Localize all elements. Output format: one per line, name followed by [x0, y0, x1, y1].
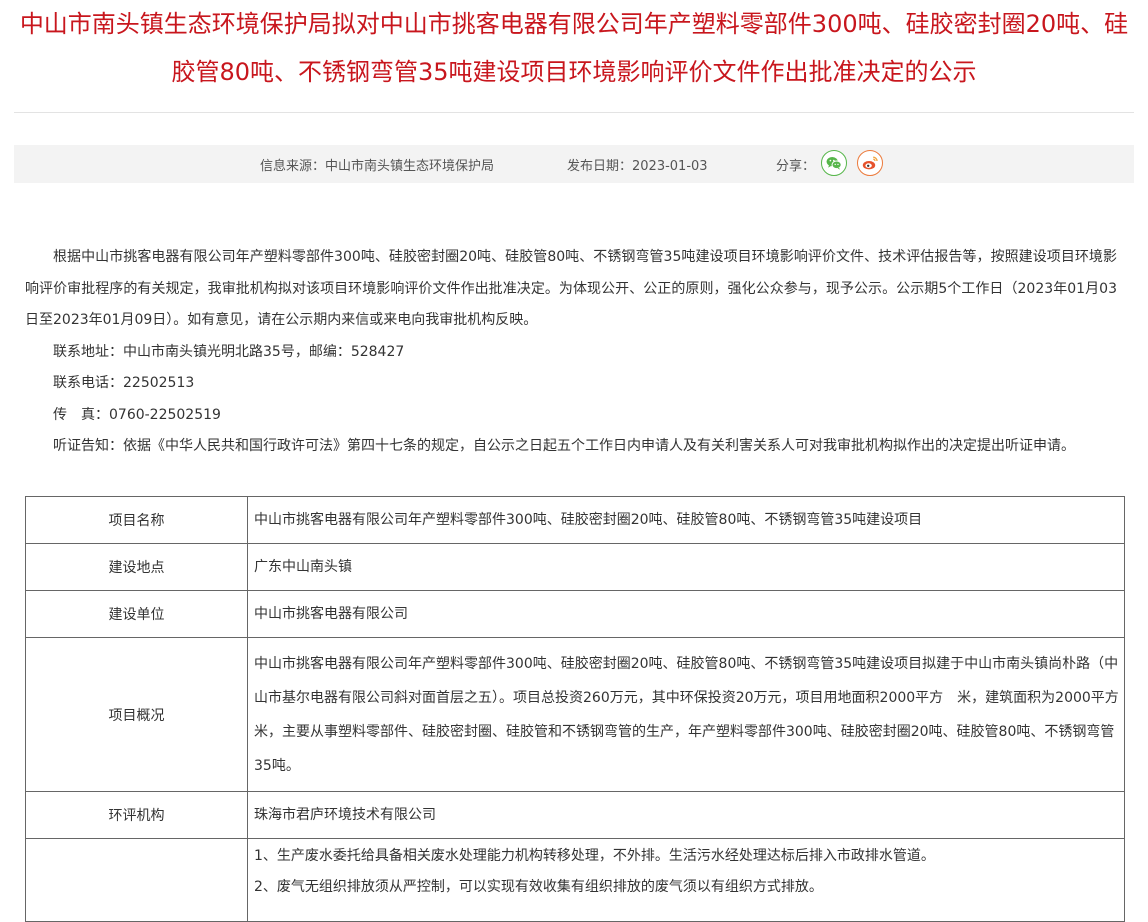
row-label: 建设地点: [25, 543, 248, 591]
wechat-icon: [826, 157, 842, 170]
row-label: 项目名称: [25, 496, 248, 544]
table-row: 项目概况 中山市挑客电器有限公司年产塑料零部件300吨、硅胶密封圈20吨、硅胶管…: [25, 637, 1125, 792]
publish-date: 发布日期：2023-01-03: [567, 155, 708, 174]
row-label: 环评机构: [25, 791, 248, 839]
table-row: 1、生产废水委托给具备相关废水处理能力机构转移处理，不外排。生活污水经处理达标后…: [25, 838, 1125, 922]
hearing-notice: 听证告知：依据《中华人民共和国行政许可法》第四十七条的规定，自公示之日起五个工作…: [53, 438, 1075, 454]
source-label: 信息来源：: [260, 159, 326, 174]
project-info-table: 项目名称 中山市挑客电器有限公司年产塑料零部件300吨、硅胶密封圈20吨、硅胶管…: [25, 496, 1125, 922]
contact-fax: 传 真：0760-22502519: [53, 406, 221, 423]
row-value: 中山市挑客电器有限公司年产塑料零部件300吨、硅胶密封圈20吨、硅胶管80吨、不…: [247, 637, 1125, 792]
weibo-icon: [862, 156, 878, 170]
table-row: 环评机构 珠海市君庐环境技术有限公司: [25, 791, 1125, 839]
date-label: 发布日期：: [567, 159, 633, 174]
source-info: 信息来源：中山市南头镇生态环境保护局: [260, 155, 494, 174]
weibo-share-button[interactable]: [857, 150, 883, 176]
article-body: 根据中山市挑客电器有限公司年产塑料零部件300吨、硅胶密封圈20吨、硅胶管80吨…: [25, 242, 1117, 463]
title-divider: [14, 112, 1134, 113]
intro-paragraph: 根据中山市挑客电器有限公司年产塑料零部件300吨、硅胶密封圈20吨、硅胶管80吨…: [25, 249, 1117, 328]
source-value: 中山市南头镇生态环境保护局: [325, 159, 495, 174]
measure-item: 2、废气无组织排放须从严控制，可以实现有效收集有组织排放的废气须以有组织方式排放…: [254, 879, 823, 895]
row-label: 建设单位: [25, 590, 248, 638]
row-value: 中山市挑客电器有限公司: [247, 590, 1125, 638]
article-title: 中山市南头镇生态环境保护局拟对中山市挑客电器有限公司年产塑料零部件300吨、硅胶…: [19, 10, 1129, 86]
row-value: 珠海市君庐环境技术有限公司: [247, 791, 1125, 839]
date-value: 2023-01-03: [632, 159, 708, 174]
share-label: 分享：: [776, 159, 816, 174]
wechat-share-button[interactable]: [821, 150, 847, 176]
row-value: 中山市挑客电器有限公司年产塑料零部件300吨、硅胶密封圈20吨、硅胶管80吨、不…: [247, 496, 1125, 544]
row-value: 广东中山南头镇: [247, 543, 1125, 591]
row-label: [25, 838, 248, 922]
table-row: 建设地点 广东中山南头镇: [25, 543, 1125, 591]
row-value: 1、生产废水委托给具备相关废水处理能力机构转移处理，不外排。生活污水经处理达标后…: [247, 838, 1125, 922]
row-label: 项目概况: [25, 637, 248, 792]
measure-item: 1、生产废水委托给具备相关废水处理能力机构转移处理，不外排。生活污水经处理达标后…: [254, 848, 935, 864]
article-meta-bar: 信息来源：中山市南头镇生态环境保护局 发布日期：2023-01-03 分享：: [14, 145, 1134, 183]
contact-address: 联系地址：中山市南头镇光明北路35号，邮编：528427: [53, 343, 405, 360]
table-row: 项目名称 中山市挑客电器有限公司年产塑料零部件300吨、硅胶密封圈20吨、硅胶管…: [25, 496, 1125, 544]
contact-phone: 联系电话：22502513: [53, 375, 195, 391]
table-row: 建设单位 中山市挑客电器有限公司: [25, 590, 1125, 638]
